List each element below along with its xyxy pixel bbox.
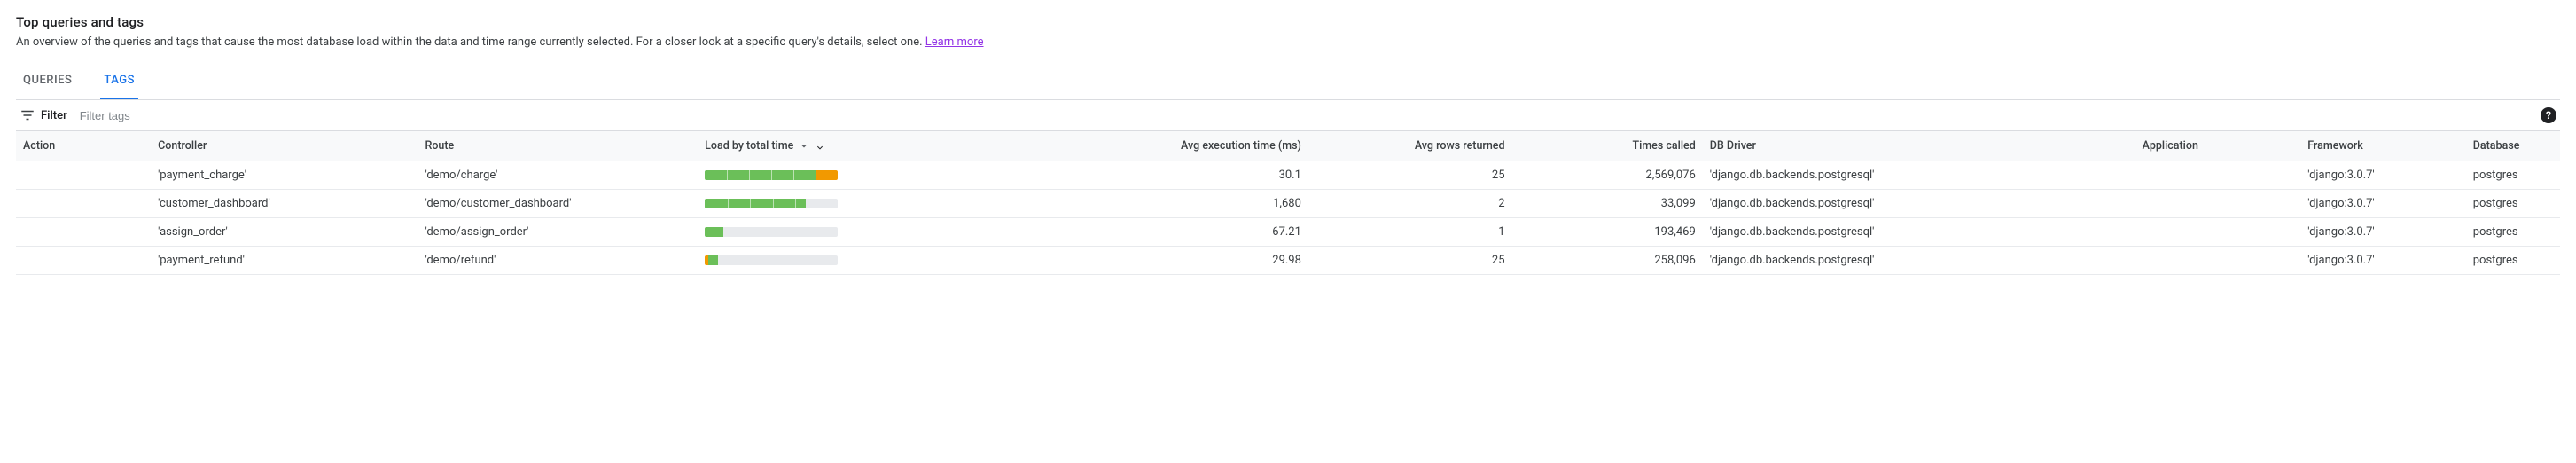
- filter-label: Filter: [41, 109, 67, 122]
- cell-rows: 2: [1308, 190, 1512, 218]
- cell-rows: 1: [1308, 218, 1512, 247]
- sort-caret-icon: [799, 141, 809, 152]
- cell-app: [2135, 218, 2301, 247]
- load-bar: [705, 199, 838, 208]
- cell-controller: 'payment_refund': [151, 247, 418, 275]
- col-rows[interactable]: Avg rows returned: [1308, 131, 1512, 161]
- cell-framework: 'django:3.0.7': [2300, 190, 2466, 218]
- table-row[interactable]: 'assign_order''demo/assign_order' 67.2111…: [16, 218, 2560, 247]
- cell-driver: 'django.db.backends.postgresql': [1703, 161, 2135, 190]
- col-driver[interactable]: DB Driver: [1703, 131, 2135, 161]
- col-app[interactable]: Application: [2135, 131, 2301, 161]
- table-row[interactable]: 'customer_dashboard''demo/customer_dashb…: [16, 190, 2560, 218]
- cell-times: 33,099: [1512, 190, 1703, 218]
- cell-exec: 1,680: [1028, 190, 1308, 218]
- table-row[interactable]: 'payment_refund''demo/refund' 29.9825258,…: [16, 247, 2560, 275]
- load-bar: [705, 255, 838, 265]
- learn-more-link[interactable]: Learn more: [925, 35, 984, 49]
- cell-times: 2,569,076: [1512, 161, 1703, 190]
- cell-controller: 'assign_order': [151, 218, 418, 247]
- cell-times: 258,096: [1512, 247, 1703, 275]
- tab-bar: QUERIES TAGS: [16, 65, 2560, 100]
- cell-controller: 'customer_dashboard': [151, 190, 418, 218]
- cell-route: 'demo/assign_order': [418, 218, 698, 247]
- cell-action: [16, 161, 151, 190]
- col-database[interactable]: Database: [2466, 131, 2560, 161]
- cell-times: 193,469: [1512, 218, 1703, 247]
- cell-rows: 25: [1308, 247, 1512, 275]
- section-description: An overview of the queries and tags that…: [16, 35, 2560, 49]
- col-action[interactable]: Action: [16, 131, 151, 161]
- cell-app: [2135, 161, 2301, 190]
- cell-driver: 'django.db.backends.postgresql': [1703, 247, 2135, 275]
- cell-load: [698, 190, 1028, 218]
- cell-exec: 67.21: [1028, 218, 1308, 247]
- cell-rows: 25: [1308, 161, 1512, 190]
- col-framework[interactable]: Framework: [2300, 131, 2466, 161]
- filter-input[interactable]: [80, 109, 2541, 122]
- load-bar: [705, 227, 838, 237]
- cell-load: [698, 161, 1028, 190]
- tab-queries[interactable]: QUERIES: [20, 65, 75, 99]
- cell-route: 'demo/refund': [418, 247, 698, 275]
- cell-framework: 'django:3.0.7': [2300, 161, 2466, 190]
- cell-database: postgres: [2466, 218, 2560, 247]
- load-bar: [705, 170, 838, 180]
- cell-app: [2135, 247, 2301, 275]
- filter-icon: [20, 107, 35, 123]
- tags-table: Action Controller Route Load by total ti…: [16, 131, 2560, 275]
- col-times[interactable]: Times called: [1512, 131, 1703, 161]
- cell-database: postgres: [2466, 161, 2560, 190]
- section-title: Top queries and tags: [16, 14, 2560, 30]
- tab-tags[interactable]: TAGS: [100, 65, 138, 99]
- cell-database: postgres: [2466, 247, 2560, 275]
- cell-route: 'demo/customer_dashboard': [418, 190, 698, 218]
- cell-action: [16, 218, 151, 247]
- cell-exec: 29.98: [1028, 247, 1308, 275]
- cell-action: [16, 190, 151, 218]
- cell-driver: 'django.db.backends.postgresql': [1703, 218, 2135, 247]
- cell-exec: 30.1: [1028, 161, 1308, 190]
- cell-framework: 'django:3.0.7': [2300, 247, 2466, 275]
- col-load-label: Load by total time: [705, 139, 793, 153]
- cell-load: [698, 218, 1028, 247]
- col-load[interactable]: Load by total time: [698, 131, 1028, 161]
- cell-load: [698, 247, 1028, 275]
- arrow-down-icon: [815, 141, 825, 152]
- col-exec[interactable]: Avg execution time (ms): [1028, 131, 1308, 161]
- cell-framework: 'django:3.0.7': [2300, 218, 2466, 247]
- cell-database: postgres: [2466, 190, 2560, 218]
- col-route[interactable]: Route: [418, 131, 698, 161]
- cell-controller: 'payment_charge': [151, 161, 418, 190]
- cell-driver: 'django.db.backends.postgresql': [1703, 190, 2135, 218]
- cell-route: 'demo/charge': [418, 161, 698, 190]
- cell-app: [2135, 190, 2301, 218]
- col-controller[interactable]: Controller: [151, 131, 418, 161]
- table-row[interactable]: 'payment_charge''demo/charge' 30.1252,569…: [16, 161, 2560, 190]
- help-icon[interactable]: ?: [2541, 107, 2556, 123]
- description-text: An overview of the queries and tags that…: [16, 35, 925, 49]
- cell-action: [16, 247, 151, 275]
